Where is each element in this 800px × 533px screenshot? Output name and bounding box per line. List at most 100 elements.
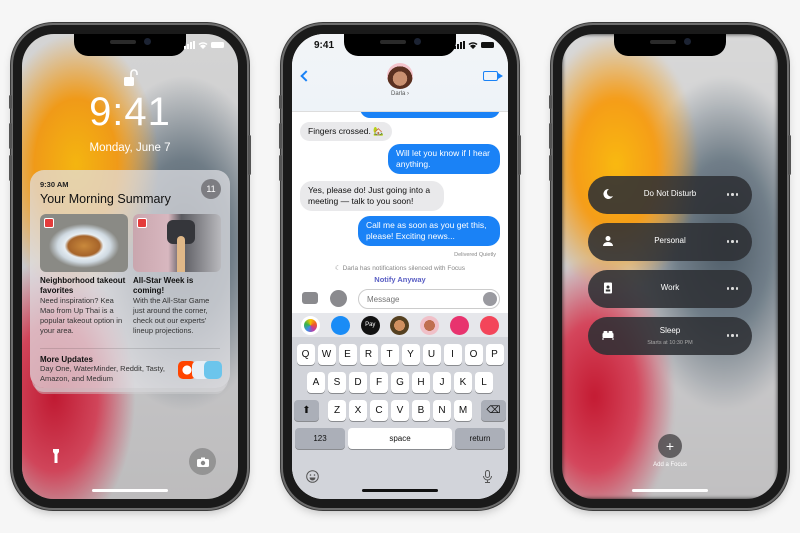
app-store-icon[interactable]: [330, 290, 347, 307]
keyboard-row: 123 space return: [292, 428, 508, 449]
key-l[interactable]: L: [475, 372, 493, 393]
contact-name[interactable]: Darla ›: [292, 91, 508, 97]
phone-focus: Do Not Disturb Personal Work Sleep Start: [549, 25, 791, 508]
space-key[interactable]: space: [348, 428, 452, 449]
key-j[interactable]: J: [433, 372, 451, 393]
key-h[interactable]: H: [412, 372, 430, 393]
camera-button[interactable]: [189, 448, 216, 475]
message-bubble-outgoing: Call me as soon as you get this, please!…: [358, 216, 500, 246]
story-title: Neighborhood takeout favorites: [40, 276, 126, 295]
focus-list: Do Not Disturb Personal Work Sleep Start: [588, 176, 752, 364]
message-bubble-outgoing: Will let you know if I hear anything.: [388, 144, 500, 174]
message-bubble-incoming: Fingers crossed. 🏡: [300, 122, 392, 141]
focus-item-work[interactable]: Work: [588, 270, 752, 308]
key-t[interactable]: T: [380, 344, 399, 365]
focus-item-do-not-disturb[interactable]: Do Not Disturb: [588, 176, 752, 214]
delete-key[interactable]: ⌫: [481, 400, 506, 421]
key-m[interactable]: M: [454, 400, 472, 421]
key-p[interactable]: P: [485, 344, 504, 365]
story-card[interactable]: Neighborhood takeout favorites Need insp…: [40, 214, 128, 336]
key-a[interactable]: A: [307, 372, 325, 393]
shift-key[interactable]: ⬆: [294, 400, 319, 421]
more-options-icon[interactable]: [726, 240, 738, 243]
key-b[interactable]: B: [412, 400, 430, 421]
phone-lock-screen: 9:41 Monday, June 7 9:30 AM Your Morning…: [9, 25, 251, 508]
key-x[interactable]: X: [349, 400, 367, 421]
key-v[interactable]: V: [391, 400, 409, 421]
audio-message-icon[interactable]: [483, 292, 497, 306]
divider: [40, 348, 220, 349]
key-e[interactable]: E: [338, 344, 357, 365]
add-focus-button[interactable]: +: [658, 434, 682, 458]
story-title: All-Star Week is coming!: [133, 276, 194, 295]
lock-date: Monday, June 7: [89, 142, 171, 154]
memoji-app-icon[interactable]: [390, 315, 410, 335]
key-g[interactable]: G: [391, 372, 409, 393]
more-options-icon[interactable]: [726, 193, 738, 196]
more-updates[interactable]: More Updates Day One, WaterMinder, Reddi…: [40, 355, 170, 384]
photos-app-icon[interactable]: [301, 315, 321, 335]
volume-down-button: [279, 155, 282, 181]
key-o[interactable]: O: [464, 344, 483, 365]
key-z[interactable]: Z: [328, 400, 346, 421]
wifi-icon: [468, 42, 478, 49]
apple-pay-app-icon[interactable]: Pay: [360, 315, 380, 335]
message-input[interactable]: [358, 289, 500, 309]
app-icon-stack: [178, 361, 222, 379]
composer: [292, 288, 508, 310]
focus-item-sleep[interactable]: Sleep Starts at 10:30 PM: [588, 317, 752, 355]
volume-up-button: [9, 123, 12, 149]
key-y[interactable]: Y: [401, 344, 420, 365]
key-w[interactable]: W: [317, 344, 336, 365]
music-app-icon[interactable]: [479, 315, 499, 335]
battery-icon: [211, 42, 224, 48]
volume-up-button: [279, 123, 282, 149]
phone-messages: 9:41 Darla › submitted! Fingers crossed.…: [279, 25, 521, 508]
numbers-key[interactable]: 123: [295, 428, 345, 449]
summary-title: Your Morning Summary: [40, 192, 171, 206]
focus-schedule: Starts at 10:30 PM: [647, 340, 693, 346]
key-q[interactable]: Q: [296, 344, 315, 365]
camera-icon: [196, 457, 209, 467]
key-u[interactable]: U: [422, 344, 441, 365]
microphone-icon[interactable]: [481, 470, 494, 483]
keyboard: QWERTYUIOP ASDFGHJKL ⬆ ZXCVBNM ⌫ 123 spa…: [292, 337, 508, 499]
more-options-icon[interactable]: [726, 334, 738, 337]
more-options-icon[interactable]: [726, 287, 738, 290]
key-i[interactable]: I: [443, 344, 462, 365]
memoji-stickers-app-icon[interactable]: [420, 315, 440, 335]
notch: [344, 34, 456, 56]
emoji-icon[interactable]: [306, 470, 319, 483]
key-s[interactable]: S: [328, 372, 346, 393]
messages-screen: 9:41 Darla › submitted! Fingers crossed.…: [292, 34, 508, 499]
side-button: [788, 135, 791, 175]
key-k[interactable]: K: [454, 372, 472, 393]
notification-summary[interactable]: 9:30 AM Your Morning Summary 11 Neighbor…: [30, 170, 230, 388]
contact-avatar[interactable]: [387, 63, 413, 89]
facetime-video-icon[interactable]: [483, 71, 503, 81]
key-c[interactable]: C: [370, 400, 388, 421]
notify-anyway-button[interactable]: Notify Anyway: [292, 275, 508, 284]
status-bar: [22, 40, 238, 52]
volume-down-button: [549, 155, 552, 181]
key-n[interactable]: N: [433, 400, 451, 421]
return-key[interactable]: return: [455, 428, 505, 449]
back-chevron-icon[interactable]: [300, 70, 312, 82]
key-d[interactable]: D: [349, 372, 367, 393]
home-indicator[interactable]: [632, 489, 708, 492]
lock-screen: 9:41 Monday, June 7 9:30 AM Your Morning…: [22, 34, 238, 499]
signal-icon: [184, 41, 195, 49]
home-indicator[interactable]: [92, 489, 168, 492]
key-r[interactable]: R: [359, 344, 378, 365]
app-store-app-icon[interactable]: [331, 315, 351, 335]
app-badge-icon: [44, 218, 54, 228]
more-updates-title: More Updates: [40, 355, 93, 364]
story-card[interactable]: All-Star Week is coming! With the All-St…: [133, 214, 221, 336]
images-search-app-icon[interactable]: [449, 315, 469, 335]
focus-item-personal[interactable]: Personal: [588, 223, 752, 261]
home-indicator[interactable]: [362, 489, 438, 492]
camera-icon[interactable]: [302, 292, 318, 304]
focus-silenced-note: ☾ Darla has notifications silenced with …: [334, 265, 466, 272]
flashlight-icon[interactable]: [53, 449, 59, 463]
key-f[interactable]: F: [370, 372, 388, 393]
